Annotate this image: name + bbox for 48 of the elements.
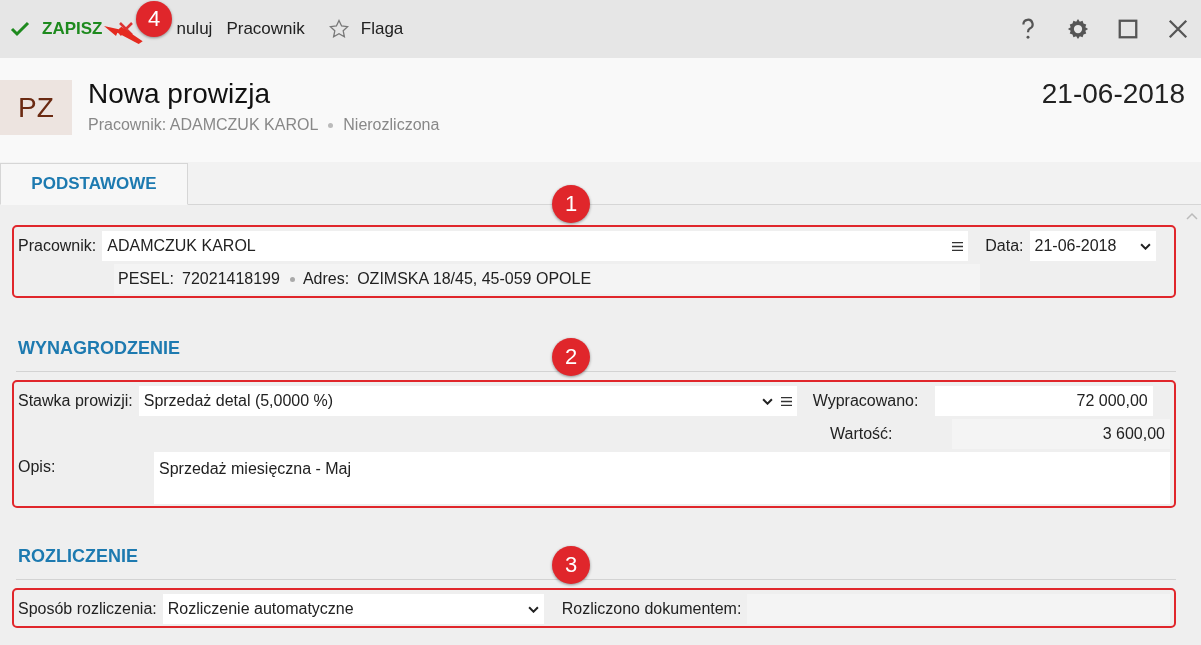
avatar: PZ	[0, 80, 72, 135]
pesel-value: 72021418199	[182, 270, 280, 288]
annotation-badge: 4	[136, 1, 172, 37]
chevron-icon	[527, 605, 539, 613]
maximize-icon[interactable]	[1117, 18, 1139, 40]
annotation-arrow	[104, 24, 144, 44]
field-label: Rozliczono dokumentem:	[561, 600, 743, 618]
field-label: Opis:	[18, 457, 57, 476]
worked-field[interactable]: 72 000,00	[934, 386, 1153, 416]
subtitle-text: Pracownik: ADAMCZUK KAROL	[88, 116, 319, 134]
field-label: Wypracowano:	[812, 392, 920, 410]
star-icon	[328, 19, 349, 39]
field-label: Data:	[985, 237, 1025, 255]
close-icon[interactable]	[1167, 18, 1189, 40]
chevron-icon	[761, 397, 773, 405]
field-label: Stawka prowizji:	[18, 392, 134, 410]
address-value: OZIMSKA 18/45, 45-059 OPOLE	[357, 270, 592, 288]
chevron-icon	[1139, 242, 1151, 250]
subtitle-text: Nierozliczona	[343, 116, 440, 134]
field-label: Wartość:	[830, 425, 894, 443]
date-field[interactable]: 21-06-2018	[1029, 231, 1156, 261]
field-label: PESEL:	[118, 270, 175, 288]
separator-dot	[289, 276, 295, 282]
checkmark-icon	[10, 19, 30, 39]
annotation-badge: 3	[552, 546, 590, 584]
menu-icon[interactable]	[952, 240, 964, 252]
section-heading: ROZLICZENIE	[18, 546, 138, 567]
value-field: 3 600,00	[952, 419, 1170, 449]
cancel-button[interactable]: nuluj	[176, 19, 213, 39]
settings-icon[interactable]	[1067, 18, 1089, 40]
rate-select[interactable]: Sprzedaż detal (5,0000 %)	[138, 386, 797, 416]
description-field[interactable]: Sprzedaż miesięczna - Maj	[154, 452, 1170, 504]
save-button[interactable]: ZAPISZ	[10, 19, 103, 39]
annotation-badge: 1	[552, 185, 590, 223]
document-date: 21-06-2018	[1041, 78, 1185, 110]
field-label: Adres:	[302, 270, 350, 288]
menu-icon[interactable]	[780, 395, 792, 407]
method-select[interactable]: Rozliczenie automatyczne	[162, 594, 544, 624]
separator-dot	[328, 122, 334, 128]
tab[interactable]: PODSTAWOWE	[0, 163, 188, 205]
employee-field[interactable]: ADAMCZUK KAROL	[102, 231, 969, 261]
field-label: Pracownik:	[18, 237, 98, 255]
flag-button[interactable]: Flaga	[328, 19, 404, 39]
field-label: Sposób rozliczenia:	[18, 600, 158, 618]
employee-button[interactable]: Pracownik	[226, 19, 305, 39]
section-heading: WYNAGRODZENIE	[18, 338, 180, 359]
document-title: Nowa prowizja	[88, 78, 272, 110]
annotation-badge: 2	[552, 338, 590, 376]
